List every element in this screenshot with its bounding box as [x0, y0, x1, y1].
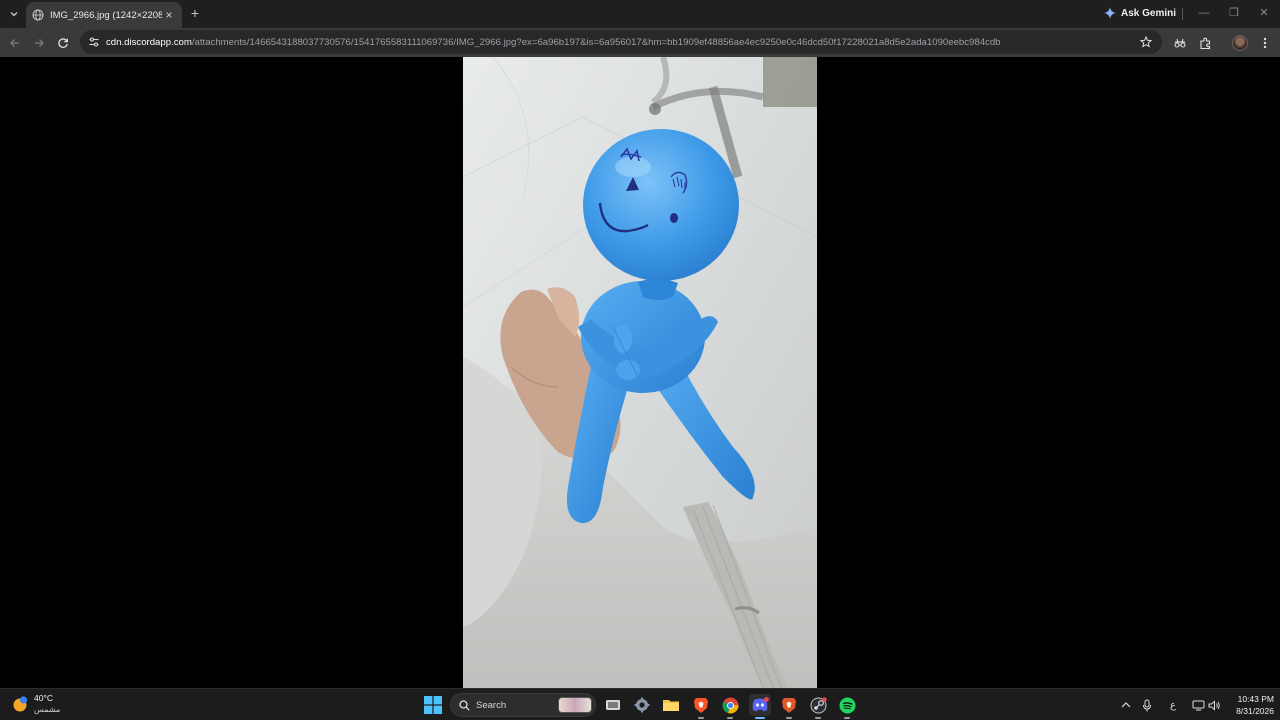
file-explorer-folder-icon[interactable]: [660, 694, 682, 716]
windows-taskbar: 40°C مشمس Search ع 10:43 PM 8/31/2026: [0, 688, 1280, 720]
profile-avatar[interactable]: [1230, 33, 1250, 53]
network-icon[interactable]: [1190, 696, 1206, 714]
windows-start-icon[interactable]: [424, 696, 442, 714]
extensions-puzzle-icon[interactable]: [1195, 33, 1215, 53]
site-info-tune-icon[interactable]: [86, 34, 102, 50]
reload-icon: [58, 38, 68, 48]
globe-icon: [32, 9, 44, 21]
volume-icon[interactable]: [1206, 696, 1222, 714]
steam-icon[interactable]: [807, 694, 829, 719]
minimize-button[interactable]: —: [1190, 4, 1218, 22]
microphone-icon[interactable]: [1139, 696, 1155, 714]
brave-beta-icon[interactable]: [778, 694, 800, 719]
weather-temperature: 40°C: [34, 693, 53, 703]
back-arrow-icon: [10, 39, 19, 47]
input-language-indicator[interactable]: ع: [1165, 696, 1181, 714]
browser-toolbar: cdn.discordapp.com/attachments/146654318…: [0, 28, 1280, 57]
clock-time: 10:43 PM: [1237, 694, 1274, 704]
gemini-sparkle-icon: [1104, 7, 1116, 19]
search-label: Search: [476, 699, 507, 711]
search-highlight-image: [558, 697, 592, 713]
weather-widget[interactable]: 40°C مشمس: [12, 693, 60, 715]
taskbar-search-box[interactable]: Search: [450, 693, 596, 717]
tab-search-chevron-icon[interactable]: [4, 4, 24, 24]
task-view-icon[interactable]: [602, 694, 624, 716]
reload-button[interactable]: [53, 33, 73, 53]
photo-illustration: [463, 57, 817, 688]
chrome-icon[interactable]: [719, 694, 741, 719]
tab-close-icon[interactable]: ×: [162, 8, 176, 22]
new-tab-button[interactable]: +: [186, 4, 204, 22]
ask-gemini-button[interactable]: Ask Gemini: [1104, 4, 1176, 22]
chrome-menu-kebab-icon[interactable]: [1255, 33, 1275, 53]
url-path: /attachments/1466543188037730576/1541765…: [191, 36, 1001, 48]
avatar: [1232, 35, 1248, 51]
browser-tab[interactable]: IMG_2966.jpg (1242×2208) ×: [26, 2, 182, 28]
clock-date: 8/31/2026: [1236, 706, 1274, 716]
tab-strip-divider: [1182, 8, 1183, 20]
image-viewport: [0, 57, 1280, 688]
search-icon: [459, 699, 470, 711]
tab-strip: IMG_2966.jpg (1242×2208) × + Ask Gemini …: [0, 0, 1280, 28]
restore-button[interactable]: ❐: [1220, 4, 1248, 22]
sunny-weather-icon: [13, 696, 28, 712]
brave-browser-icon[interactable]: [690, 694, 712, 719]
forward-arrow-icon: [35, 39, 44, 47]
settings-gear-icon[interactable]: [631, 694, 653, 716]
forward-button[interactable]: [29, 33, 49, 53]
incognito-glasses-icon[interactable]: [1170, 33, 1190, 53]
balloon-doll-photo[interactable]: [463, 57, 817, 688]
bookmark-star-icon[interactable]: [1138, 34, 1154, 50]
back-button[interactable]: [5, 33, 25, 53]
system-clock[interactable]: 10:43 PM 8/31/2026: [1224, 693, 1274, 717]
spotify-icon[interactable]: [836, 694, 858, 719]
close-window-button[interactable]: ✕: [1250, 4, 1278, 22]
show-hidden-icons-chevron-icon[interactable]: [1118, 696, 1134, 714]
address-bar[interactable]: cdn.discordapp.com/attachments/146654318…: [80, 30, 1162, 54]
tab-title: IMG_2966.jpg (1242×2208): [50, 9, 162, 21]
url-host: cdn.discordapp.com: [106, 36, 192, 48]
weather-description: مشمس: [34, 705, 61, 714]
discord-icon[interactable]: [749, 694, 771, 719]
ask-gemini-label: Ask Gemini: [1121, 7, 1177, 19]
url-text: cdn.discordapp.com/attachments/146654318…: [106, 37, 1001, 48]
